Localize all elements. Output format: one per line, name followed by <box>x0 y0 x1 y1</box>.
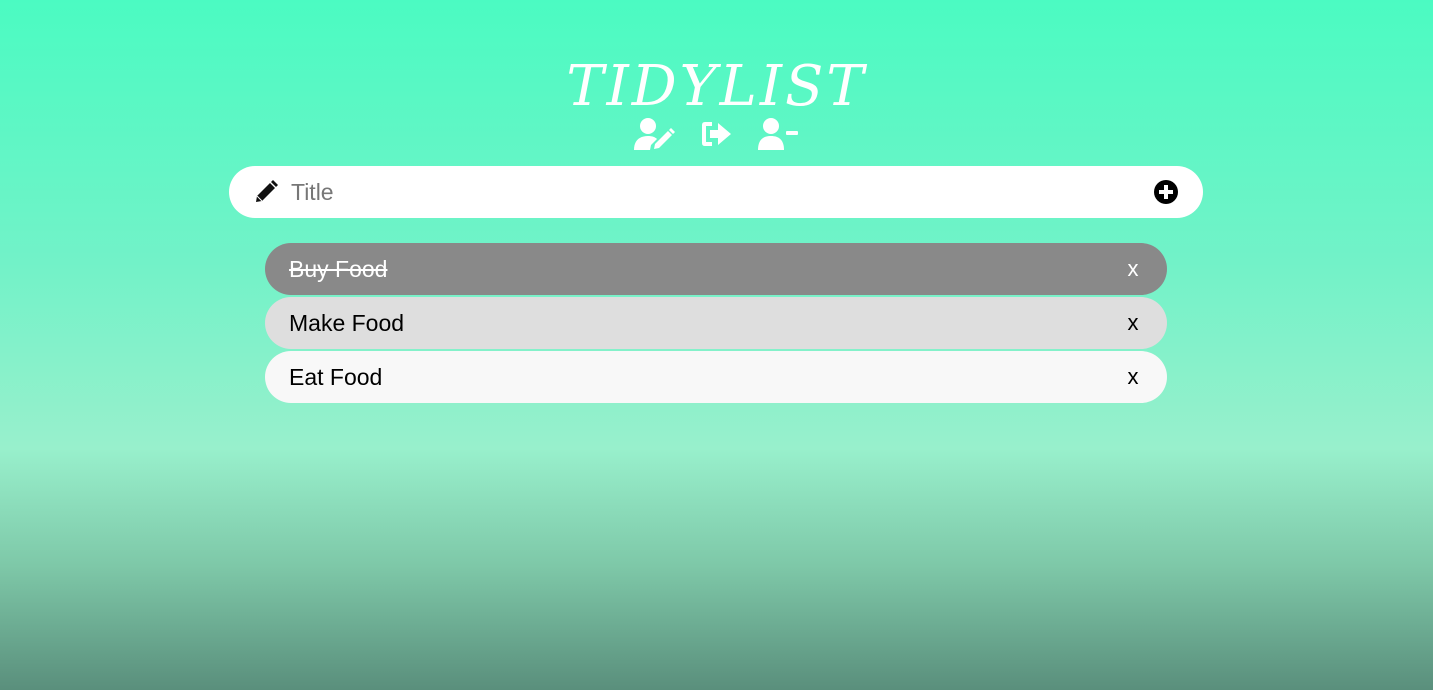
todo-label: Eat Food <box>289 363 383 390</box>
todo-label: Make Food <box>289 309 405 336</box>
account-toolbar <box>0 114 1433 154</box>
plus-circle-icon <box>1154 180 1178 204</box>
delete-todo-button[interactable]: x <box>1123 310 1143 336</box>
sign-out-icon <box>701 122 731 146</box>
todo-item[interactable]: Buy Food x <box>265 243 1167 295</box>
delete-account-button[interactable] <box>757 114 800 154</box>
edit-profile-button[interactable] <box>633 114 676 154</box>
delete-todo-button[interactable]: x <box>1123 364 1143 390</box>
add-item-button[interactable] <box>1153 179 1179 205</box>
todo-item[interactable]: Eat Food x <box>265 351 1167 403</box>
new-item-bar <box>229 166 1203 218</box>
pencil-icon <box>253 179 279 205</box>
todo-list: Buy Food x Make Food x Eat Food x <box>265 243 1167 405</box>
app-title: TIDYLIST <box>566 53 867 119</box>
user-minus-icon <box>757 118 798 150</box>
title-input[interactable] <box>289 171 1153 213</box>
delete-todo-button[interactable]: x <box>1123 256 1143 282</box>
todo-item[interactable]: Make Food x <box>265 297 1167 349</box>
sign-out-button[interactable] <box>696 114 738 154</box>
todo-label: Buy Food <box>289 255 388 282</box>
user-edit-icon <box>633 118 675 150</box>
